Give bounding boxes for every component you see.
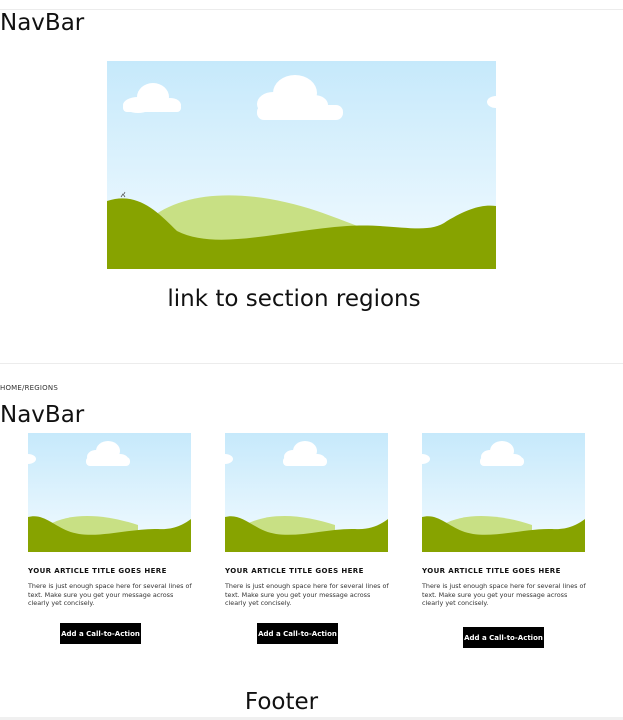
card-body: There is just enough space here for seve…: [422, 582, 586, 608]
footer: Footer: [244, 689, 319, 715]
card-title: YOUR ARTICLE TITLE GOES HERE: [422, 567, 561, 575]
second-navbar[interactable]: NavBar: [0, 402, 84, 428]
card-title: YOUR ARTICLE TITLE GOES HERE: [225, 567, 364, 575]
card-image: [422, 433, 585, 552]
card-body: There is just enough space here for seve…: [28, 582, 192, 608]
card-body: There is just enough space here for seve…: [225, 582, 389, 608]
call-to-action-button[interactable]: Add a Call-to-Action: [463, 627, 544, 648]
article-card: YOUR ARTICLE TITLE GOES HERE There is ju…: [28, 433, 192, 644]
top-divider: [0, 9, 623, 10]
article-card: YOUR ARTICLE TITLE GOES HERE There is ju…: [225, 433, 389, 644]
article-card: YOUR ARTICLE TITLE GOES HERE There is ju…: [422, 433, 586, 648]
card-title: YOUR ARTICLE TITLE GOES HERE: [28, 567, 167, 575]
call-to-action-button[interactable]: Add a Call-to-Action: [60, 623, 141, 644]
card-image: [225, 433, 388, 552]
card-image: [28, 433, 191, 552]
hero-image: [107, 61, 496, 269]
top-navbar[interactable]: NavBar: [0, 10, 84, 36]
section-regions-link[interactable]: link to section regions: [0, 283, 588, 315]
breadcrumb[interactable]: HOME/REGIONS: [0, 384, 58, 392]
section-divider: [0, 363, 623, 364]
call-to-action-button[interactable]: Add a Call-to-Action: [257, 623, 338, 644]
